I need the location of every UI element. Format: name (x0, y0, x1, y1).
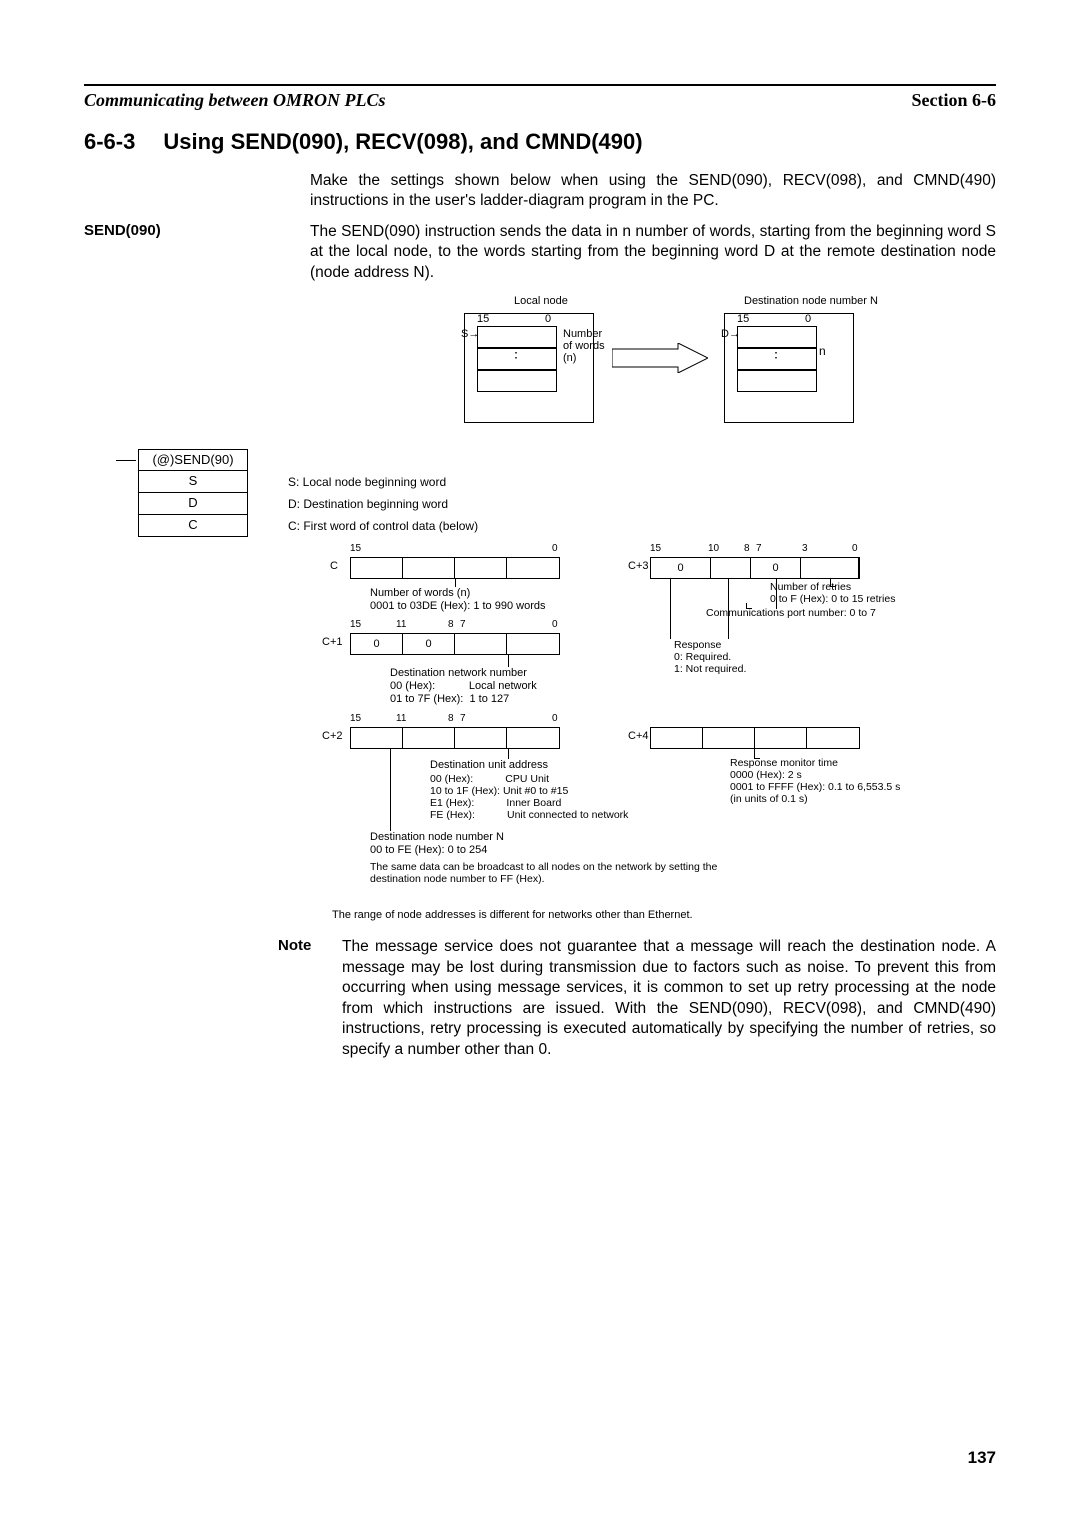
section-number: 6-6-3 (84, 129, 135, 155)
dest-node-label: Destination node number N (744, 295, 878, 307)
ladder-block: (@)SEND(90) S D C S: Local node beginnin… (124, 449, 996, 537)
send-diagram: Local node Destination node number N 15 … (434, 295, 996, 435)
c4-label: C+4 (628, 730, 649, 742)
header-right: Section 6-6 (912, 90, 997, 111)
c3-retry: Number of retries 0 to F (Hex): 0 to 15 … (770, 581, 895, 605)
c1-ann: Destination network number 00 (Hex): Loc… (390, 667, 537, 705)
c2-unit-lines: 00 (Hex): CPU Unit 10 to 1F (Hex): Unit … (430, 773, 628, 821)
bit0-b: 0 (805, 313, 811, 325)
ladder-desc-c: C: First word of control data (below) (288, 515, 478, 537)
ladder-row-c: C (138, 515, 248, 537)
ladder-desc-d: D: Destination beginning word (288, 493, 478, 515)
c3-label: C+3 (628, 560, 649, 572)
transfer-arrow-icon (612, 343, 708, 373)
control-word-diagram: C 15 0 Number of words (n) 0001 to 03DE … (310, 543, 996, 903)
bit15-a: 15 (477, 313, 489, 325)
side-blank (84, 171, 310, 212)
c2-broadcast: The same data can be broadcast to all no… (370, 861, 740, 885)
c-t0: 0 (552, 543, 558, 554)
c2-node: Destination node number N 00 to FE (Hex)… (370, 831, 504, 856)
bit15-b: 15 (737, 313, 749, 325)
ladder-row-d: D (138, 493, 248, 515)
c-label: C (330, 560, 338, 572)
c3-resp: Response 0: Required. 1: Not required. (674, 639, 746, 675)
running-header: Communicating between OMRON PLCs Section… (84, 84, 996, 111)
send-paragraph: The SEND(090) instruction sends the data… (310, 222, 996, 283)
c2-label: C+2 (322, 730, 343, 742)
ladder-desc-s: S: Local node beginning word (288, 471, 478, 493)
num-words-label: Number of words (n) (563, 328, 613, 364)
ladder-title: (@)SEND(90) (138, 449, 248, 471)
c3-zero1: 0 (751, 558, 801, 578)
intro-paragraph: Make the settings shown below when using… (310, 171, 996, 212)
n-label: n (819, 344, 826, 358)
c1-zero1: 0 (403, 634, 455, 654)
c-t15: 15 (350, 543, 361, 554)
section-title-text: Using SEND(090), RECV(098), and CMND(490… (163, 129, 642, 154)
send-label: SEND(090) (84, 222, 310, 283)
c-ann: Number of words (n) 0001 to 03DE (Hex): … (370, 587, 545, 612)
c1-label: C+1 (322, 636, 343, 648)
note-label: Note (278, 937, 342, 1060)
local-node-box: 15 0 S→ ⋮ Number of words (n) (464, 313, 594, 423)
range-note: The range of node addresses is different… (332, 909, 996, 921)
page-number: 137 (968, 1448, 996, 1468)
c2-unit-title: Destination unit address (430, 759, 548, 772)
section-title: 6-6-3 Using SEND(090), RECV(098), and CMN… (84, 129, 996, 155)
c4-ann: Response monitor time 0000 (Hex): 2 s 00… (730, 757, 900, 805)
bit0-a: 0 (545, 313, 551, 325)
note-text: The message service does not guarantee t… (342, 937, 996, 1060)
c1-zero0: 0 (351, 634, 403, 654)
header-left: Communicating between OMRON PLCs (84, 90, 386, 111)
local-node-label: Local node (514, 295, 568, 307)
dest-node-box: 15 0 D→ ⋮ n (724, 313, 854, 423)
c3-zero0: 0 (651, 558, 711, 578)
ladder-row-s: S (138, 471, 248, 493)
c3-port: Communications port number: 0 to 7 (706, 607, 876, 619)
